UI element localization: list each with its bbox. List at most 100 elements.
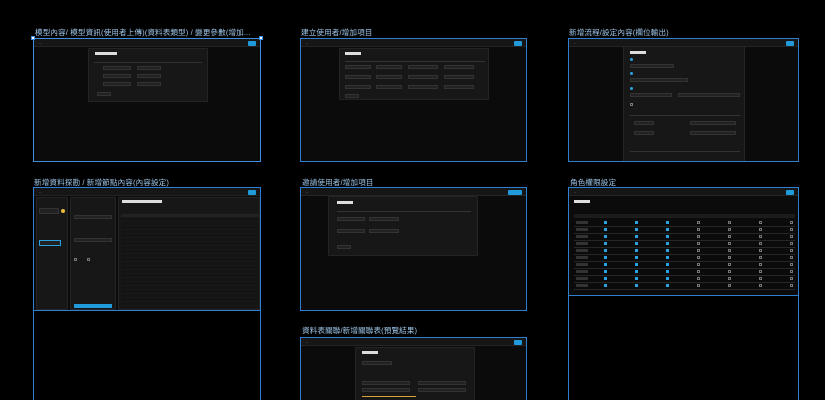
email-input[interactable]	[337, 229, 365, 233]
back-icon[interactable]: ←	[574, 190, 577, 194]
permission-checkbox[interactable]	[728, 221, 731, 224]
permission-checkbox[interactable]	[728, 249, 731, 252]
permission-checkbox[interactable]	[604, 263, 607, 266]
node-select[interactable]	[74, 215, 112, 219]
role-select[interactable]	[408, 85, 438, 89]
permission-checkbox[interactable]	[635, 277, 638, 280]
frame-invite-user[interactable]: ←	[300, 187, 527, 311]
permission-checkbox[interactable]	[666, 256, 669, 259]
flow-name-input[interactable]	[630, 64, 674, 68]
permission-checkbox[interactable]	[790, 284, 793, 287]
permission-checkbox[interactable]	[728, 242, 731, 245]
permission-checkbox[interactable]	[697, 249, 700, 252]
permission-checkbox[interactable]	[790, 242, 793, 245]
permission-checkbox[interactable]	[728, 228, 731, 231]
permission-checkbox[interactable]	[604, 242, 607, 245]
permission-checkbox[interactable]	[697, 277, 700, 280]
frame-role[interactable]: ←	[568, 187, 799, 296]
resize-handle[interactable]	[259, 36, 263, 40]
table-row[interactable]	[137, 74, 161, 78]
role-select[interactable]	[408, 75, 438, 79]
email-input[interactable]	[376, 65, 402, 69]
group-select[interactable]	[444, 75, 474, 79]
table-row[interactable]	[103, 66, 131, 70]
permission-checkbox[interactable]	[790, 256, 793, 259]
option-radio[interactable]	[87, 258, 90, 261]
permission-checkbox[interactable]	[759, 270, 762, 273]
pagination[interactable]	[345, 94, 359, 98]
name-input[interactable]	[345, 85, 371, 89]
source-field-select[interactable]	[362, 388, 410, 392]
permission-checkbox[interactable]	[759, 221, 762, 224]
permission-checkbox[interactable]	[697, 235, 700, 238]
permission-checkbox[interactable]	[790, 249, 793, 252]
option-radio[interactable]	[74, 258, 77, 261]
permission-checkbox[interactable]	[790, 270, 793, 273]
permission-checkbox[interactable]	[790, 221, 793, 224]
permission-checkbox[interactable]	[604, 277, 607, 280]
permission-checkbox[interactable]	[697, 284, 700, 287]
save-button[interactable]	[248, 40, 256, 46]
table-row[interactable]	[634, 121, 654, 125]
permission-checkbox[interactable]	[728, 256, 731, 259]
permission-checkbox[interactable]	[635, 235, 638, 238]
permission-checkbox[interactable]	[697, 263, 700, 266]
permission-checkbox[interactable]	[604, 235, 607, 238]
permission-checkbox[interactable]	[604, 270, 607, 273]
permission-checkbox[interactable]	[666, 228, 669, 231]
relation-name-input[interactable]	[362, 361, 392, 365]
save-button[interactable]	[786, 189, 794, 195]
table-row[interactable]	[690, 131, 736, 135]
permission-checkbox[interactable]	[635, 256, 638, 259]
permission-checkbox[interactable]	[790, 277, 793, 280]
back-icon[interactable]: ←	[306, 340, 309, 344]
frame-create-user[interactable]: ←	[300, 38, 527, 162]
permission-checkbox[interactable]	[635, 284, 638, 287]
permission-checkbox[interactable]	[697, 270, 700, 273]
permission-checkbox[interactable]	[759, 242, 762, 245]
method-select[interactable]	[74, 238, 112, 242]
permission-checkbox[interactable]	[790, 235, 793, 238]
permission-checkbox[interactable]	[666, 270, 669, 273]
table-row[interactable]	[137, 82, 161, 86]
frame-relation[interactable]: ←	[300, 337, 527, 400]
permission-checkbox[interactable]	[697, 242, 700, 245]
permission-checkbox[interactable]	[697, 228, 700, 231]
permission-checkbox[interactable]	[759, 284, 762, 287]
target-field-select[interactable]	[418, 388, 466, 392]
permission-checkbox[interactable]	[759, 277, 762, 280]
frame-model[interactable]: ←	[33, 38, 261, 162]
save-button[interactable]	[248, 189, 256, 195]
name-input[interactable]	[345, 65, 371, 69]
permission-checkbox[interactable]	[635, 270, 638, 273]
permission-checkbox[interactable]	[728, 263, 731, 266]
email-input[interactable]	[337, 217, 365, 221]
table-row[interactable]	[690, 121, 736, 125]
permission-checkbox[interactable]	[666, 221, 669, 224]
permission-checkbox[interactable]	[604, 249, 607, 252]
group-select[interactable]	[444, 65, 474, 69]
permission-checkbox[interactable]	[697, 256, 700, 259]
email-input[interactable]	[376, 75, 402, 79]
output-checkbox[interactable]	[630, 103, 633, 106]
node-item[interactable]	[39, 208, 59, 214]
permission-checkbox[interactable]	[728, 235, 731, 238]
permission-checkbox[interactable]	[635, 242, 638, 245]
node-item[interactable]	[39, 240, 61, 246]
role-select[interactable]	[369, 229, 399, 233]
permission-checkbox[interactable]	[604, 228, 607, 231]
source-select[interactable]	[630, 78, 688, 82]
table-row[interactable]	[103, 74, 131, 78]
permission-checkbox[interactable]	[635, 263, 638, 266]
permission-checkbox[interactable]	[604, 284, 607, 287]
permission-checkbox[interactable]	[697, 221, 700, 224]
target-table-select[interactable]	[418, 381, 466, 385]
frame-data-probe[interactable]: ←	[33, 187, 261, 311]
permission-checkbox[interactable]	[790, 263, 793, 266]
save-button[interactable]	[514, 40, 522, 46]
permission-checkbox[interactable]	[759, 235, 762, 238]
permission-checkbox[interactable]	[635, 249, 638, 252]
back-icon[interactable]: ←	[39, 41, 42, 45]
permission-checkbox[interactable]	[759, 249, 762, 252]
permission-checkbox[interactable]	[604, 221, 607, 224]
